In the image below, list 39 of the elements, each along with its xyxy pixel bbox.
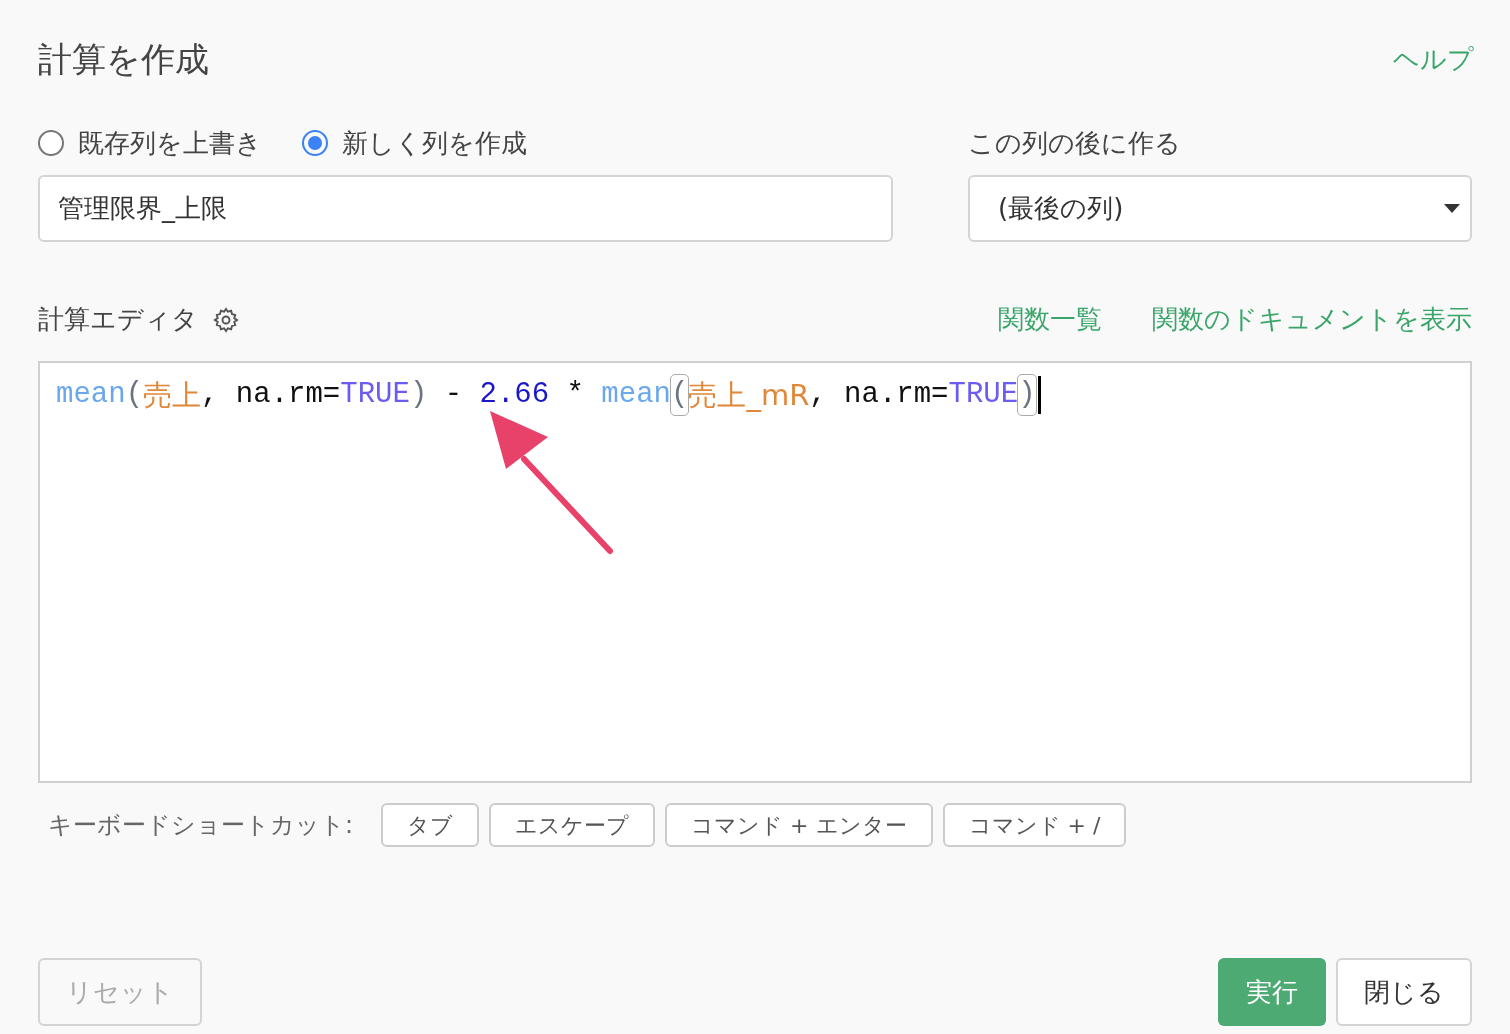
code-token: )	[409, 377, 428, 413]
settings-icon[interactable]	[212, 305, 240, 334]
caret-icon	[1444, 204, 1460, 213]
shortcut-key: コマンド + エンター	[665, 803, 933, 847]
function-link[interactable]: 関数一覧	[998, 300, 1102, 339]
code-token: mean	[601, 377, 671, 413]
code-token: TRUE	[948, 377, 1019, 413]
code-token: (	[671, 375, 689, 415]
code-token: *	[565, 377, 585, 413]
code-token: mean	[56, 377, 126, 413]
code-token: , na.rm=	[809, 377, 949, 413]
function-link[interactable]: 関数のドキュメントを表示	[1152, 300, 1472, 339]
radio-button[interactable]	[38, 130, 64, 156]
position-label: この列の後に作る	[968, 126, 1181, 160]
radio-button[interactable]	[302, 130, 328, 156]
shortcuts-label: キーボードショートカット:	[48, 810, 354, 841]
code-token: 売上	[143, 377, 202, 414]
column-name-field[interactable]: 管理限界_上限	[38, 175, 893, 242]
shortcut-key: エスケープ	[489, 803, 656, 847]
close-button[interactable]: 閉じる	[1336, 958, 1472, 1026]
code-token: -	[443, 377, 464, 413]
code-token: TRUE	[340, 377, 410, 413]
code-token: 売上_mR	[688, 377, 810, 414]
code-token: )	[1018, 375, 1036, 415]
code-editor[interactable]: mean(売上, na.rm=TRUE) - 2.66 * mean(売上_mR, na.rm=TRUE)	[38, 361, 1472, 783]
shortcut-key: タブ	[381, 803, 480, 847]
dialog-title: 計算を作成	[38, 38, 209, 81]
reset-button[interactable]: リセット	[38, 958, 202, 1026]
shortcut-key: コマンド + /	[942, 803, 1127, 847]
code-token: (	[125, 377, 144, 413]
editor-label: 計算エディタ	[38, 303, 198, 336]
radio-label: 新しく列を作成	[342, 126, 527, 160]
code-token: 2.66	[479, 377, 550, 413]
run-button[interactable]: 実行	[1218, 958, 1326, 1026]
text-cursor	[1037, 376, 1041, 414]
code-token: , na.rm=	[201, 377, 341, 413]
position-dropdown[interactable]: (最後の列)	[968, 175, 1472, 242]
radio-label: 既存列を上書き	[78, 126, 262, 160]
help-link[interactable]: ヘルプ	[1393, 40, 1474, 79]
